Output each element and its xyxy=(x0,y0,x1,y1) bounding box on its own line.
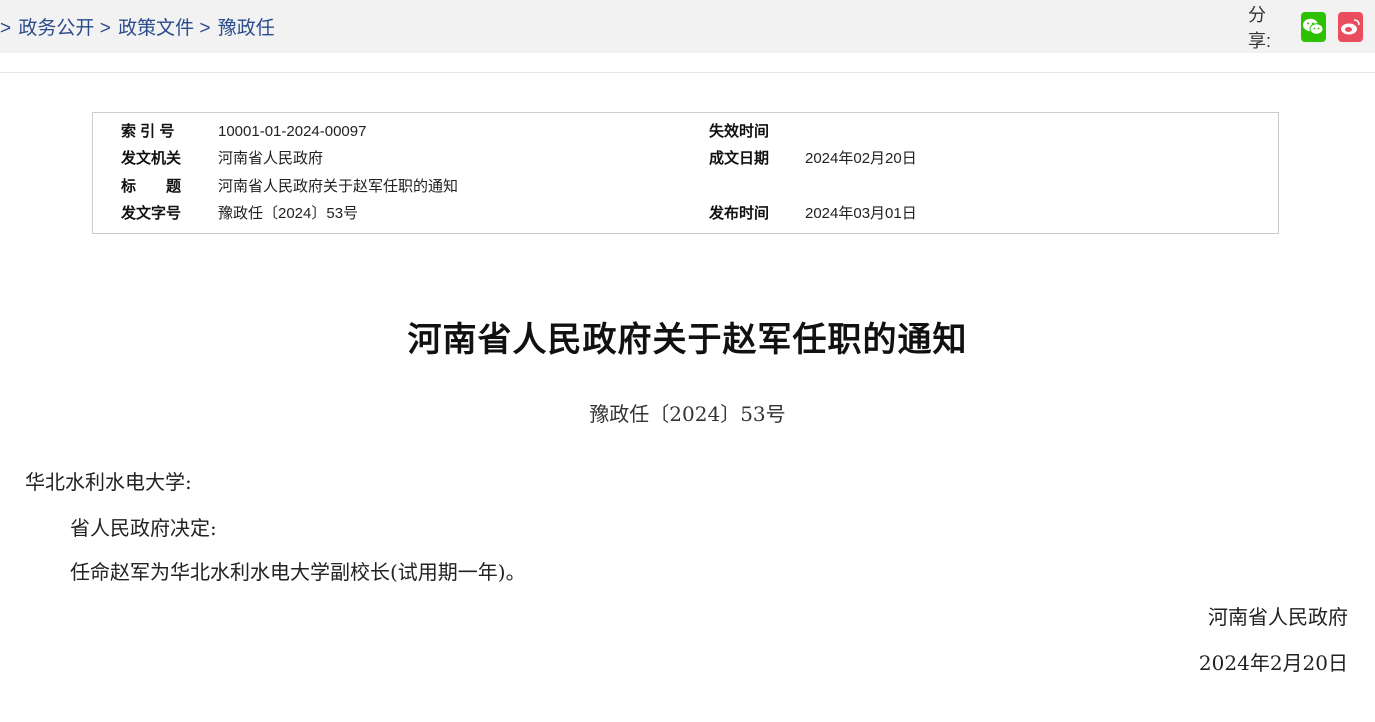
breadcrumb-separator: > xyxy=(0,18,12,39)
breadcrumb-item-gov-open[interactable]: 政务公开 xyxy=(18,18,94,39)
document-title: 河南省人民政府关于赵军任职的通知 xyxy=(407,320,968,360)
meta-title-label: 标 题 xyxy=(121,178,182,195)
meta-issuer-label: 发文机关 xyxy=(121,150,182,167)
share-wechat-button[interactable] xyxy=(1300,12,1326,42)
meta-docno-label: 发文字号 xyxy=(121,205,182,222)
meta-title-value: 河南省人民政府关于赵军任职的通知 xyxy=(218,178,459,195)
document-signer: 河南省人民政府 xyxy=(1208,605,1348,629)
share-bar: 分享: xyxy=(1248,5,1375,51)
breadcrumb: > 政务公开 > 政策文件 > 豫政任 xyxy=(0,13,275,40)
meta-docno-value: 豫政任〔2024〕53号 xyxy=(218,205,359,222)
header-divider xyxy=(0,72,1375,73)
meta-issuer-value: 河南省人民政府 xyxy=(218,150,324,167)
breadcrumb-separator: > xyxy=(199,18,216,39)
document-recipient: 华北水利水电大学: xyxy=(25,470,192,494)
meta-written-date-label: 成文日期 xyxy=(709,150,770,167)
weibo-icon xyxy=(1341,19,1361,35)
document-metadata-table: 索 引 号 10001-01-2024-00097 失效时间 发文机关 河南省人… xyxy=(92,112,1279,234)
meta-publish-date-value: 2024年03月01日 xyxy=(805,205,917,222)
breadcrumb-separator: > xyxy=(99,18,117,39)
meta-publish-date-label: 发布时间 xyxy=(709,205,770,222)
meta-written-date-value: 2024年02月20日 xyxy=(805,150,917,167)
share-weibo-button[interactable] xyxy=(1337,12,1364,42)
breadcrumb-item-yuzhengren[interactable]: 豫政任 xyxy=(218,18,275,39)
wechat-icon xyxy=(1303,18,1324,35)
share-label: 分享: xyxy=(1248,5,1272,51)
document-paragraph: 任命赵军为华北水利水电大学副校长(试用期一年)。 xyxy=(70,560,526,584)
document-number: 豫政任〔2024〕53号 xyxy=(589,402,786,426)
document-paragraph: 省人民政府决定: xyxy=(70,516,217,540)
top-bar: > 政务公开 > 政策文件 > 豫政任 分享: xyxy=(0,0,1375,53)
meta-index-value: 10001-01-2024-00097 xyxy=(218,123,367,140)
document-date: 2024年2月20日 xyxy=(1198,651,1348,675)
breadcrumb-item-policy-docs[interactable]: 政策文件 xyxy=(118,18,194,39)
meta-index-label: 索 引 号 xyxy=(121,123,175,140)
meta-expiry-label: 失效时间 xyxy=(709,123,770,140)
